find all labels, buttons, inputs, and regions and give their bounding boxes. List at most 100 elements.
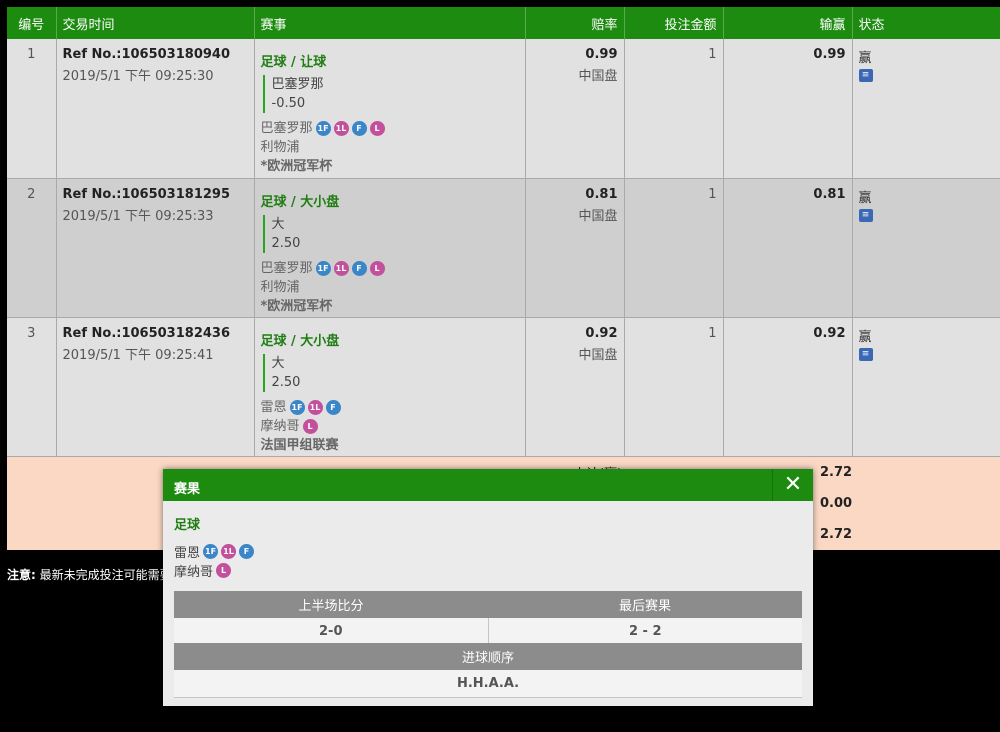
badge-f[interactable]: F	[325, 399, 341, 415]
bet-market: 中国盘	[578, 347, 618, 363]
bet-league: 法国甲组联赛	[260, 437, 339, 453]
receipt-icon[interactable]: ≡	[858, 347, 873, 361]
note-label: 注意:	[7, 568, 36, 582]
summary-total-2: 0.00	[820, 496, 853, 511]
bet-pick-line: -0.50	[271, 96, 306, 111]
modal-sport: 足球	[174, 518, 201, 533]
bet-num: 3	[7, 317, 57, 457]
home-team: 巴塞罗那 1F 1L F L	[261, 119, 519, 138]
badge-l[interactable]: L	[369, 121, 385, 136]
bet-market: 中国盘	[578, 208, 618, 224]
bet-ref-cell: Ref No.:106503182436 2019/5/1 下午 09:25:4…	[56, 317, 255, 457]
modal-away-team: 摩纳哥 L	[174, 561, 232, 580]
home-team-name: 雷恩	[260, 399, 287, 415]
bet-status: 赢	[858, 190, 872, 206]
badge-1f[interactable]: 1F	[289, 399, 305, 415]
table-header: 编号 交易时间 赛事 赔率 投注金额 输赢 状态	[7, 7, 1000, 39]
bet-ref-cell: Ref No.:106503181295 2019/5/1 下午 09:25:3…	[56, 178, 255, 318]
modal-home-team: 雷恩 1F 1L F	[174, 542, 255, 561]
modal-home-name: 雷恩	[174, 546, 201, 561]
badge-f[interactable]: F	[351, 260, 367, 276]
bet-num: 1	[7, 39, 57, 179]
seq-header: 进球顺序	[174, 643, 802, 670]
col-num: 编号	[7, 7, 57, 39]
modal-away-name: 摩纳哥	[174, 565, 214, 580]
badge-1l[interactable]: 1L	[333, 260, 349, 276]
bet-stake: 1	[624, 317, 724, 457]
bet-ref: Ref No.:106503180940	[62, 47, 231, 62]
bet-num: 2	[7, 178, 57, 318]
receipt-icon[interactable]: ≡	[858, 208, 873, 222]
score-table: 上半场比分 最后赛果 2-0 2 - 2	[174, 591, 802, 646]
bet-pick: 大 2.50	[262, 214, 519, 253]
bet-stake: 1	[624, 39, 724, 179]
bet-status-cell: 赢 ≡	[852, 39, 1000, 179]
bet-event-cell: 足球 / 大小盘 大 2.50 雷恩 1F 1L F 摩纳哥 L 法国甲组联赛	[254, 317, 526, 457]
bet-market: 中国盘	[578, 69, 618, 84]
badge-1f[interactable]: 1F	[315, 260, 331, 276]
seq-value: H.H.A.A.	[174, 670, 802, 698]
away-team-name: 利物浦	[260, 279, 300, 295]
note: 注意: 最新未完成投注可能需要	[7, 566, 172, 583]
bet-odds: 0.99	[585, 47, 618, 62]
home-team: 雷恩 1F 1L F	[261, 398, 519, 417]
bet-time: 2019/5/1 下午 09:25:33	[62, 208, 214, 224]
away-team: 利物浦	[261, 138, 519, 157]
bet-sport: 足球 / 让球	[260, 55, 327, 70]
bet-pick: 巴塞罗那 -0.50	[262, 75, 519, 113]
bet-sport: 足球 / 大小盘	[260, 333, 340, 349]
table-row: 3 Ref No.:106503182436 2019/5/1 下午 09:25…	[7, 317, 1000, 457]
bet-status-cell: 赢 ≡	[852, 178, 1000, 318]
away-team-name: 利物浦	[260, 140, 300, 155]
bet-event-cell: 足球 / 让球 巴塞罗那 -0.50 巴塞罗那 1F 1L F L 利物浦 *欧…	[254, 39, 526, 179]
bet-pick-line: 2.50	[271, 235, 301, 251]
bet-event-cell: 足球 / 大小盘 大 2.50 巴塞罗那 1F 1L F L 利物浦 *欧洲冠军…	[254, 178, 526, 318]
badge-1f[interactable]: 1F	[315, 121, 331, 136]
home-team-name: 巴塞罗那	[260, 260, 313, 276]
bet-pick: 大 2.50	[262, 353, 519, 392]
away-team: 摩纳哥 L	[261, 417, 519, 436]
badge-l[interactable]: L	[369, 260, 385, 276]
bet-status: 赢	[858, 329, 872, 345]
bet-status-cell: 赢 ≡	[852, 317, 1000, 457]
close-icon[interactable]: ✕	[772, 469, 813, 501]
bet-time: 2019/5/1 下午 09:25:41	[62, 347, 214, 363]
bet-pick-name: 巴塞罗那	[271, 77, 324, 92]
col-event: 赛事	[254, 7, 526, 39]
bet-pick-name: 大	[271, 216, 285, 232]
modal-header: 赛果 ✕	[163, 469, 813, 501]
col-stake: 投注金额	[624, 7, 724, 39]
badge-f[interactable]: F	[351, 121, 367, 136]
badge-1f[interactable]: 1F	[203, 544, 219, 559]
badge-l[interactable]: L	[216, 563, 232, 578]
bet-ref-cell: Ref No.:106503180940 2019/5/1 下午 09:25:3…	[56, 39, 255, 179]
ht-score: 2-0	[174, 618, 488, 646]
bet-odds-cell: 0.99 中国盘	[525, 39, 625, 179]
bet-odds-cell: 0.92 中国盘	[525, 317, 625, 457]
bet-time: 2019/5/1 下午 09:25:30	[62, 69, 214, 84]
summary-total-3: 2.72	[820, 527, 853, 542]
ft-header: 最后赛果	[488, 591, 802, 618]
home-team-name: 巴塞罗那	[260, 121, 313, 136]
bet-odds: 0.81	[585, 186, 618, 202]
home-team: 巴塞罗那 1F 1L F L	[261, 259, 519, 278]
table-row: 1 Ref No.:106503180940 2019/5/1 下午 09:25…	[7, 39, 1000, 179]
ft-score: 2 - 2	[487, 618, 802, 646]
table-row: 2 Ref No.:106503181295 2019/5/1 下午 09:25…	[7, 178, 1000, 318]
goal-sequence-table: 进球顺序 H.H.A.A.	[174, 643, 802, 698]
bet-status: 赢	[858, 51, 872, 66]
badge-1l[interactable]: 1L	[307, 399, 323, 415]
note-text: 最新未完成投注可能需要	[39, 568, 172, 582]
badge-1l[interactable]: 1L	[333, 121, 349, 136]
bet-pick-name: 大	[271, 355, 285, 371]
bet-winloss: 0.81	[723, 178, 853, 318]
result-modal: 赛果 ✕ 足球 雷恩 1F 1L F 摩纳哥 L 上半场比分 最后赛果 2-0 …	[163, 469, 813, 706]
col-odds: 赔率	[525, 7, 625, 39]
receipt-icon[interactable]: ≡	[858, 69, 873, 82]
ht-header: 上半场比分	[174, 591, 488, 618]
bet-odds-cell: 0.81 中国盘	[525, 178, 625, 318]
badge-l[interactable]: L	[302, 418, 318, 434]
badge-1l[interactable]: 1L	[221, 544, 237, 559]
badge-f[interactable]: F	[239, 544, 255, 559]
away-team: 利物浦	[261, 278, 519, 297]
